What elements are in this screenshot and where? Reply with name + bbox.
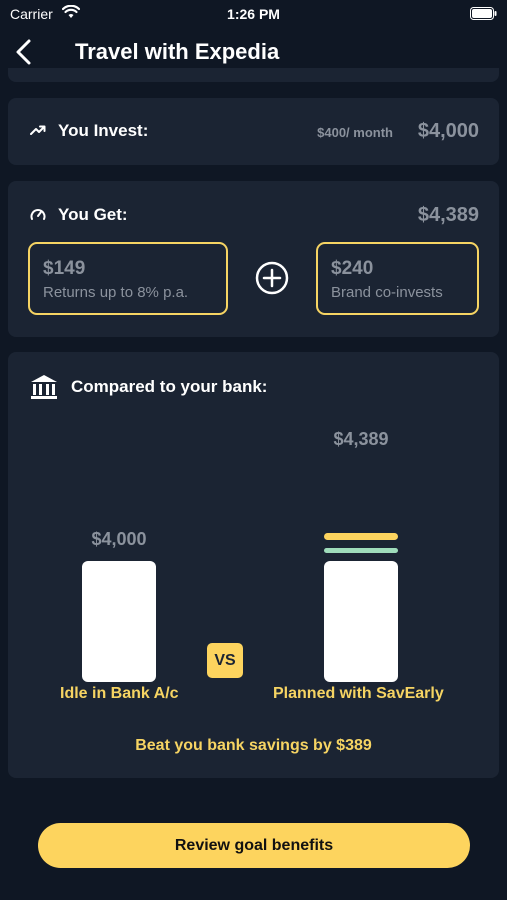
- get-label: You Get:: [58, 205, 128, 224]
- invest-label: You Invest:: [58, 121, 149, 140]
- plus-circle-icon: [255, 261, 289, 295]
- beat-bank-text: Beat you bank savings by $389: [135, 737, 372, 754]
- brand-description: Brand co-invests: [331, 284, 443, 301]
- previous-card: [8, 68, 499, 82]
- savearly-base-bar: [324, 561, 398, 682]
- compare-title: Compared to your bank:: [71, 377, 268, 396]
- returns-box: $149 Returns up to 8% p.a.: [28, 242, 228, 315]
- vs-badge: VS: [207, 643, 243, 678]
- returns-description: Returns up to 8% p.a.: [43, 284, 189, 301]
- bank-icon: [31, 375, 57, 399]
- bank-bar-label: Idle in Bank A/c: [60, 685, 179, 702]
- battery-icon: [470, 7, 497, 20]
- status-time: 1:26 PM: [227, 6, 280, 22]
- compare-card: Compared to your bank: $4,000 $4,389 VS …: [8, 352, 499, 778]
- brand-box: $240 Brand co-invests: [316, 242, 479, 315]
- returns-amount: $149: [43, 258, 86, 279]
- invest-total: $4,000: [417, 120, 479, 142]
- savearly-bar-label: Planned with SavEarly: [273, 685, 444, 702]
- get-total: $4,389: [417, 204, 479, 226]
- back-chevron-icon[interactable]: [12, 38, 36, 66]
- invest-card: You Invest: $400/ month $4,000: [8, 98, 499, 165]
- bank-base-bar: [82, 561, 156, 682]
- get-card: You Get: $4,389 $149 Returns up to 8% p.…: [8, 181, 499, 337]
- savearly-value-label: $4,389: [333, 429, 389, 449]
- trending-up-icon: [30, 125, 46, 135]
- savearly-returns-bar: [324, 548, 398, 553]
- bank-value-label: $4,000: [91, 529, 147, 549]
- brand-amount: $240: [331, 258, 374, 279]
- review-goal-benefits-button[interactable]: Review goal benefits: [38, 823, 470, 868]
- page-title: Travel with Expedia: [75, 39, 280, 64]
- savearly-brand-bar: [324, 533, 398, 541]
- status-bar: Carrier 1:26 PM: [0, 0, 507, 30]
- invest-monthly: $400/ month: [317, 125, 393, 140]
- gauge-icon: [30, 209, 46, 220]
